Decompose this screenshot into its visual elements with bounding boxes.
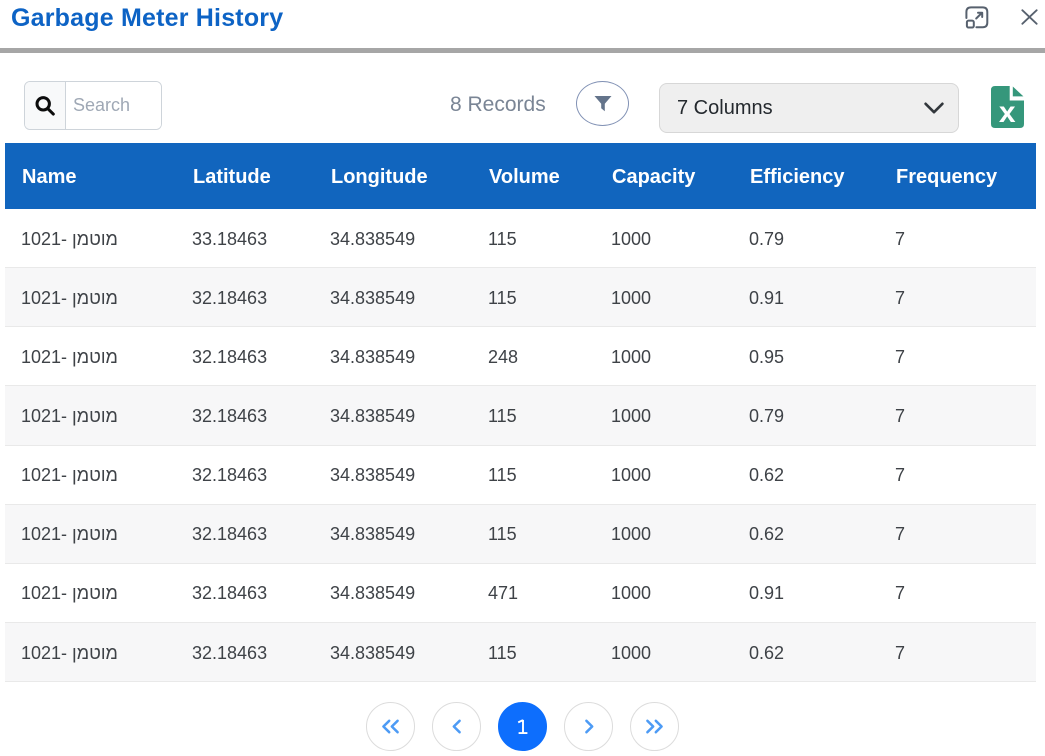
svg-text:x: x: [999, 96, 1016, 128]
